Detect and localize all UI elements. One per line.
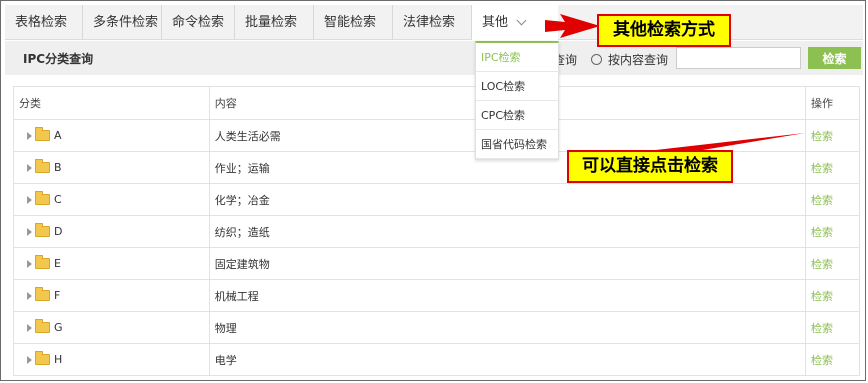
category-cell[interactable]: D (13, 215, 210, 248)
folder-icon (35, 223, 50, 237)
tab-legal-search[interactable]: 法律检索 (393, 5, 472, 40)
query-mode-radios: 查询 按内容查询 (553, 51, 668, 68)
category-cell[interactable]: H (13, 343, 210, 376)
tab-table-search[interactable]: 表格检索 (5, 5, 83, 40)
tab-batch-search[interactable]: 批量检索 (235, 5, 314, 40)
category-cell[interactable]: G (13, 311, 210, 344)
expand-triangle-icon[interactable] (27, 259, 32, 268)
sub-header: IPC分类查询 查询 按内容查询 检索 (5, 41, 863, 75)
folder-icon (35, 159, 50, 173)
dropdown-item-loc[interactable]: LOC检索 (476, 72, 558, 101)
category-tree-node[interactable]: D (19, 223, 209, 238)
expand-triangle-icon[interactable] (27, 355, 32, 364)
column-header-category: 分类 (13, 86, 210, 120)
expand-triangle-icon[interactable] (27, 163, 32, 172)
action-cell: 检索 (805, 311, 860, 344)
category-tree-node[interactable]: F (19, 287, 209, 302)
row-search-link[interactable]: 检索 (811, 258, 833, 271)
action-cell: 检索 (805, 215, 860, 248)
action-cell: 检索 (805, 343, 860, 376)
annotation-other-search-methods: 其他检索方式 (597, 14, 731, 47)
content-cell: 固定建筑物 (208, 247, 807, 280)
row-search-link[interactable]: 检索 (811, 130, 833, 143)
table-header-row: 分类 内容 操作 (13, 86, 860, 120)
table-row: E 固定建筑物 检索 (13, 247, 860, 280)
expand-triangle-icon[interactable] (27, 195, 32, 204)
folder-icon (35, 127, 50, 141)
category-code: C (54, 193, 62, 206)
category-cell[interactable]: B (13, 151, 210, 184)
expand-triangle-icon[interactable] (27, 291, 32, 300)
row-search-link[interactable]: 检索 (811, 162, 833, 175)
category-tree-node[interactable]: B (19, 159, 209, 174)
action-cell: 检索 (805, 279, 860, 312)
table-row: G 物理 检索 (13, 311, 860, 344)
expand-triangle-icon[interactable] (27, 227, 32, 236)
content-cell: 物理 (208, 311, 807, 344)
category-code: G (54, 321, 63, 334)
category-code: F (54, 289, 61, 302)
folder-icon (35, 287, 50, 301)
row-search-link[interactable]: 检索 (811, 226, 833, 239)
category-tree-node[interactable]: E (19, 255, 209, 270)
category-tree-node[interactable]: G (19, 319, 209, 334)
tab-other-label: 其他 (482, 15, 509, 30)
content-cell: 化学；冶金 (208, 183, 807, 216)
table-row: F 机械工程 检索 (13, 279, 860, 312)
category-cell[interactable]: E (13, 247, 210, 280)
radio-label-content-query: 按内容查询 (608, 53, 669, 67)
action-cell: 检索 (805, 151, 860, 184)
table-row: A 人类生活必需 检索 (13, 119, 860, 152)
action-cell: 检索 (805, 119, 860, 152)
action-cell: 检索 (805, 183, 860, 216)
category-code: H (54, 353, 63, 366)
content-cell: 纺织；造纸 (208, 215, 807, 248)
expand-triangle-icon[interactable] (27, 323, 32, 332)
folder-icon (35, 191, 50, 205)
table-row: D 纺织；造纸 检索 (13, 215, 860, 248)
folder-icon (35, 319, 50, 333)
dropdown-item-ipc[interactable]: IPC检索 (476, 43, 558, 72)
search-button[interactable]: 检索 (808, 47, 861, 69)
category-tree-node[interactable]: H (19, 351, 209, 366)
category-code: D (54, 225, 63, 238)
search-input[interactable] (676, 47, 801, 69)
chevron-down-icon (516, 15, 527, 26)
content-cell: 机械工程 (208, 279, 807, 312)
column-header-action: 操作 (805, 86, 860, 120)
annotation-click-to-search: 可以直接点击检索 (567, 150, 733, 183)
category-code: E (54, 257, 61, 270)
category-code: B (54, 161, 62, 174)
category-cell[interactable]: C (13, 183, 210, 216)
other-search-dropdown: IPC检索 LOC检索 CPC检索 国省代码检索 (475, 41, 559, 160)
category-tree-node[interactable]: A (19, 127, 209, 142)
folder-icon (35, 255, 50, 269)
tab-smart-search[interactable]: 智能检索 (314, 5, 393, 40)
tab-command-search[interactable]: 命令检索 (162, 5, 235, 40)
row-search-link[interactable]: 检索 (811, 290, 833, 303)
table-row: H 电学 检索 (13, 343, 860, 376)
search-tab-bar: 表格检索 多条件检索 命令检索 批量检索 智能检索 法律检索 其他 (5, 5, 863, 40)
expand-triangle-icon[interactable] (27, 131, 32, 140)
radio-content-query[interactable] (591, 54, 603, 65)
category-code: A (54, 129, 62, 142)
row-search-link[interactable]: 检索 (811, 354, 833, 367)
dropdown-item-cpc[interactable]: CPC检索 (476, 101, 558, 130)
dropdown-item-region-code[interactable]: 国省代码检索 (476, 130, 558, 159)
row-search-link[interactable]: 检索 (811, 194, 833, 207)
category-cell[interactable]: F (13, 279, 210, 312)
table-row: C 化学；冶金 检索 (13, 183, 860, 216)
tab-other[interactable]: 其他 (472, 5, 558, 40)
tab-multi-condition-search[interactable]: 多条件检索 (83, 5, 162, 40)
category-cell[interactable]: A (13, 119, 210, 152)
ipc-category-table: 分类 内容 操作 A 人类生活必需 检索 B 作业；运输 检索 C 化学；冶金 检索 D 纺织；造纸… (13, 86, 860, 376)
category-tree-node[interactable]: C (19, 191, 209, 206)
action-cell: 检索 (805, 247, 860, 280)
folder-icon (35, 351, 50, 365)
content-cell: 电学 (208, 343, 807, 376)
row-search-link[interactable]: 检索 (811, 322, 833, 335)
page-title: IPC分类查询 (23, 52, 94, 66)
